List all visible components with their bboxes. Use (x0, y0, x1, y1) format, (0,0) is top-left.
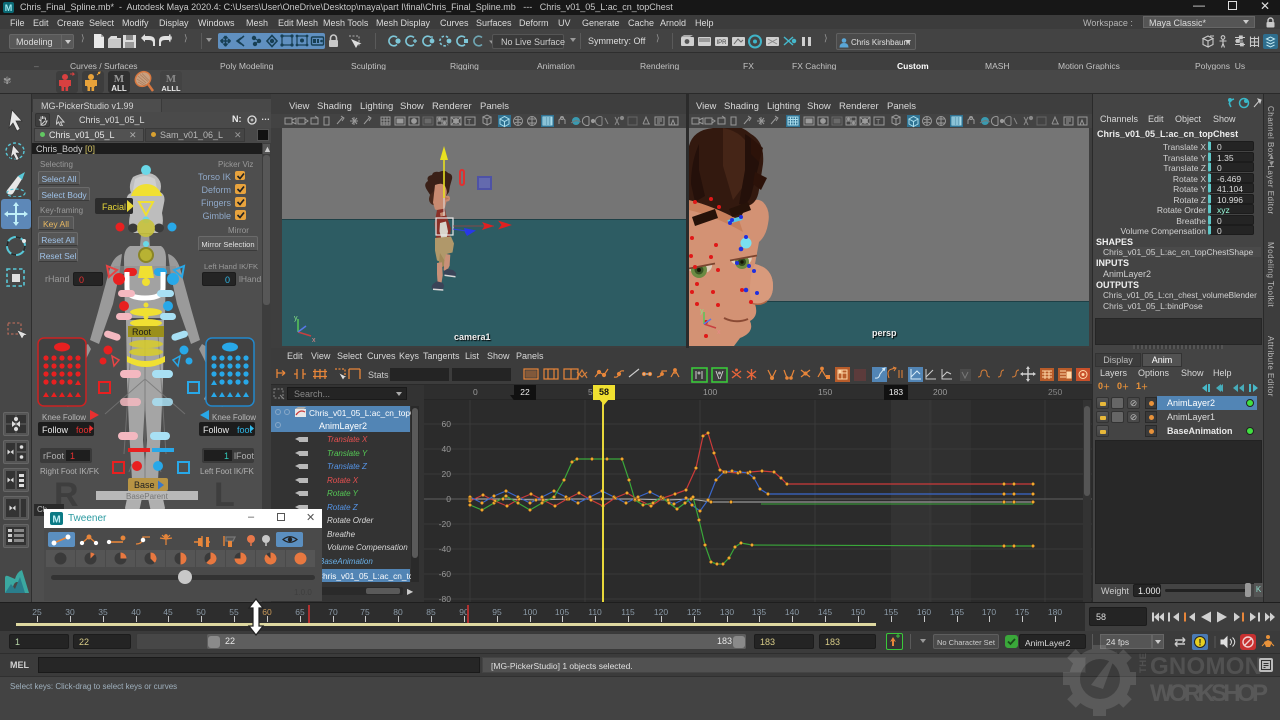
svg-text:60: 60 (442, 419, 452, 429)
svg-text:ALLL: ALLL (161, 84, 181, 93)
svg-text:M: M (5, 3, 13, 13)
svg-text:WORKSHOP: WORKSHOP (1150, 680, 1268, 707)
svg-text:y: y (700, 308, 704, 315)
svg-text:1: 1 (224, 451, 229, 461)
svg-text:rFoot: rFoot (43, 451, 65, 461)
svg-text:20: 20 (442, 469, 452, 479)
svg-text:Facial: Facial (102, 202, 126, 212)
svg-text:x: x (312, 337, 316, 344)
svg-text:foot: foot (76, 425, 92, 435)
svg-text:BaseParent: BaseParent (126, 492, 169, 501)
svg-text:Knee Follow: Knee Follow (42, 413, 86, 422)
svg-text:Root: Root (132, 327, 152, 337)
svg-text:Stats: Stats (368, 370, 389, 380)
svg-text:-80: -80 (439, 594, 452, 602)
svg-text:M: M (52, 515, 60, 526)
svg-text:-40: -40 (439, 544, 452, 554)
svg-text:IPR: IPR (716, 40, 727, 46)
svg-text:x: x (717, 329, 721, 336)
svg-text:Follow: Follow (42, 425, 69, 435)
svg-text:T: T (467, 119, 472, 126)
svg-text:Right Foot IK/FK: Right Foot IK/FK (40, 467, 100, 476)
svg-text:1: 1 (70, 451, 75, 461)
svg-text:T: T (876, 119, 881, 126)
svg-text:Knee Follow: Knee Follow (212, 413, 256, 422)
svg-text:ALL: ALL (111, 84, 127, 93)
svg-text:-60: -60 (439, 569, 452, 579)
svg-text:-20: -20 (439, 519, 452, 529)
svg-text:Left Foot IK/FK: Left Foot IK/FK (200, 467, 254, 476)
svg-text:0: 0 (446, 494, 451, 504)
svg-text:lFoot: lFoot (234, 451, 255, 461)
svg-text:40: 40 (442, 444, 452, 454)
svg-text:Base: Base (134, 480, 155, 490)
svg-text:Follow: Follow (203, 425, 230, 435)
svg-text:GNOMON: GNOMON (1150, 653, 1262, 680)
svg-text:y: y (294, 316, 298, 322)
svg-text:THE: THE (1138, 653, 1149, 674)
